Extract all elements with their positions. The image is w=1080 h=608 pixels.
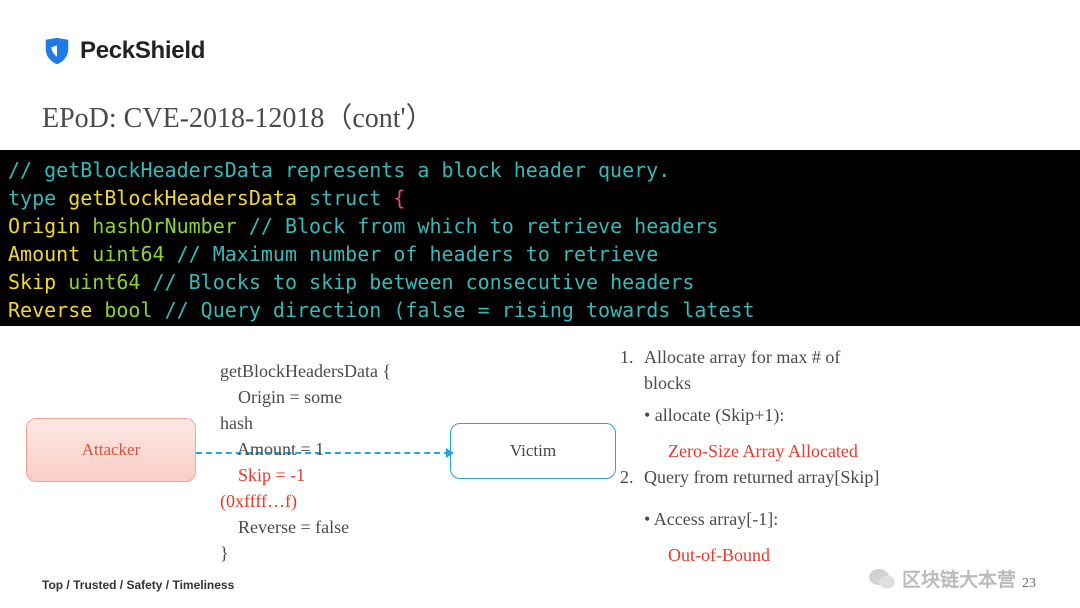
attacker-label: Attacker [82,440,141,460]
code-comment: // Maximum number of headers to retrieve [177,242,659,266]
step-1: 1. Allocate array for max # of blocks [620,344,840,396]
step-2-sub: • Access array[-1]: [620,506,1060,532]
payload-line: } [220,540,391,566]
payload-line: Reverse = false [220,514,391,540]
attacker-box: Attacker [26,418,196,482]
step-number: 1. [620,344,644,396]
code-comment: // getBlockHeadersData represents a bloc… [8,158,670,182]
steps: 1. Allocate array for max # of blocks • … [620,344,1060,568]
code-type: bool [104,298,152,322]
code-block: // getBlockHeadersData represents a bloc… [0,150,1080,326]
code-type: uint64 [92,242,164,266]
step-1-result: Zero-Size Array Allocated [620,438,1060,464]
code-brace: { [393,186,405,210]
page-title: EPoD: CVE-2018-12018（cont'） [42,96,434,136]
payload-line: Amount = 1 [220,436,391,462]
code-comment: // Block from which to retrieve headers [249,214,719,238]
code-field: Reverse [8,298,92,322]
payload-skip-hex: (0xffff…f) [220,488,391,514]
step-1-sub: • allocate (Skip+1): [620,402,1060,428]
code-keyword: type [8,186,56,210]
code-type: hashOrNumber [92,214,237,238]
code-comment: // Query direction (false = rising towar… [165,298,755,322]
slide: PeckShield EPoD: CVE-2018-12018（cont'） /… [0,0,1080,608]
step-text: Allocate array for max # of [644,347,840,367]
code-comment: // Blocks to skip between consecutive he… [153,270,695,294]
victim-label: Victim [510,441,556,461]
victim-box: Victim [450,423,616,479]
brand-text: PeckShield [80,37,205,65]
payload-text: getBlockHeadersData { Origin = some hash… [220,358,391,566]
watermark-text: 区块链大本营 [902,565,1016,592]
step-2: 2. Query from returned array[Skip] [620,464,879,490]
code-typename: getBlockHeadersData [68,186,297,210]
page-number: 23 [1022,576,1036,592]
payload-line: getBlockHeadersData { [220,358,391,384]
step-number: 2. [620,464,644,490]
footer-tagline: Top / Trusted / Safety / Timeliness [42,578,234,592]
payload-skip: Skip = -1 [220,462,391,488]
code-field: Origin [8,214,80,238]
step-text: Query from returned array[Skip] [644,467,879,487]
code-type: uint64 [68,270,140,294]
watermark: 区块链大本营 [868,565,1016,592]
step-text: blocks [644,373,691,393]
code-keyword: struct [309,186,381,210]
shield-icon [42,36,72,66]
code-field: Skip [8,270,56,294]
code-field: Amount [8,242,80,266]
brand-logo: PeckShield [42,36,205,66]
payload-line: hash [220,410,391,436]
payload-line: Origin = some [220,384,391,410]
wechat-icon [868,567,896,591]
